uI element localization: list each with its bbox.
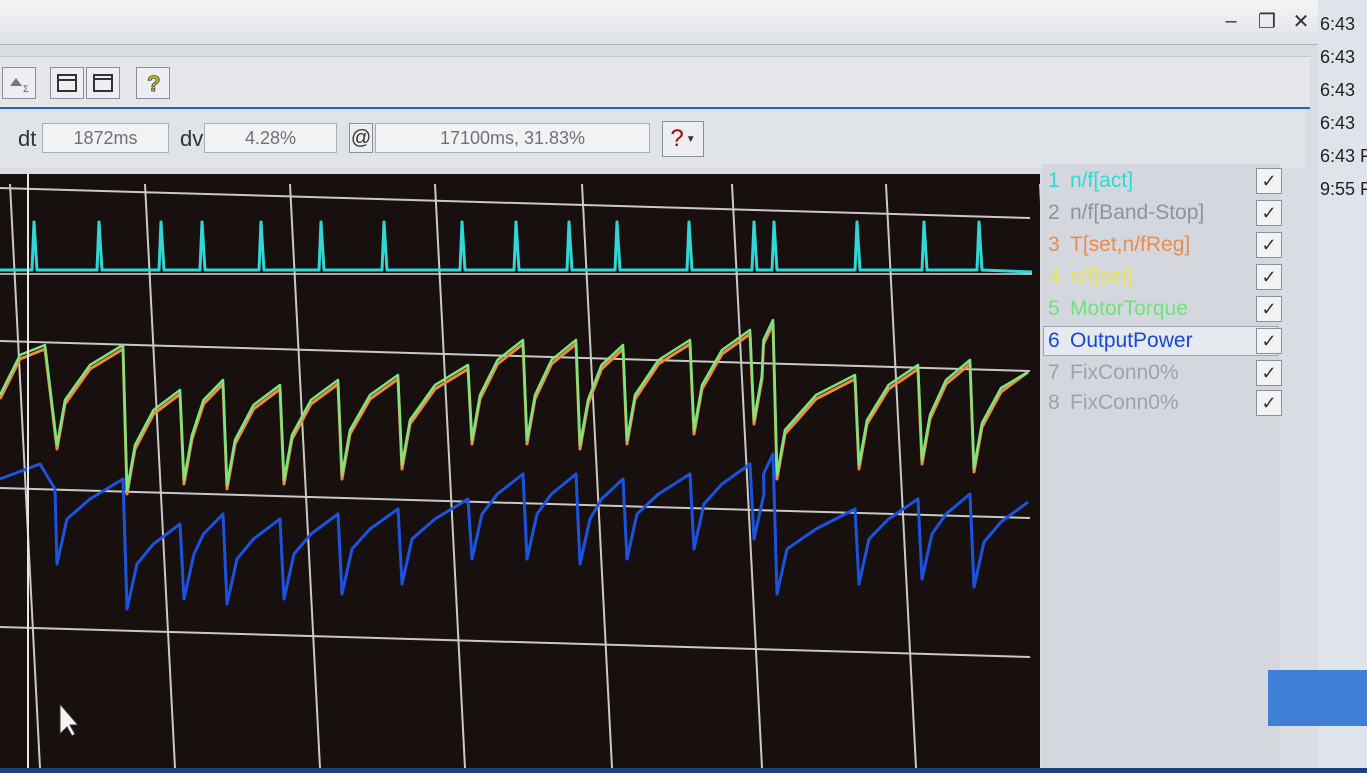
grid-line-vertical xyxy=(885,183,917,769)
minimize-button[interactable]: – xyxy=(1218,8,1244,34)
plot-traces xyxy=(0,220,1033,611)
mouse-pointer-icon xyxy=(59,702,80,737)
grid-line-vertical xyxy=(434,183,466,769)
grid-line-vertical xyxy=(144,183,176,769)
sort-icon[interactable]: Σ xyxy=(2,67,36,99)
legend-item-number: 2 xyxy=(1048,201,1060,224)
grid-line-vertical xyxy=(9,183,41,769)
trace-output-power xyxy=(0,452,1029,611)
legend-item-number: 1 xyxy=(1048,169,1060,192)
legend-item-label: MotorTorque xyxy=(1070,297,1188,320)
legend-item-checkbox[interactable]: ✓ xyxy=(1256,168,1282,194)
background-window-edge xyxy=(1268,670,1367,726)
legend-item-3[interactable]: 3 T[set,n/fReg] xyxy=(1048,232,1244,258)
trace-speed-actual xyxy=(0,220,1033,274)
legend-item-number: 7 xyxy=(1048,361,1060,384)
grid-line-vertical xyxy=(289,183,321,769)
legend-item-label: n/f[act] xyxy=(1070,169,1134,192)
legend-item-label: T[set,n/fReg] xyxy=(1070,233,1191,256)
legend-item-checkbox[interactable]: ✓ xyxy=(1256,360,1282,386)
restore-button[interactable]: ❐ xyxy=(1254,8,1280,34)
legend-item-number: 3 xyxy=(1048,233,1060,256)
dt-field[interactable]: 1872ms xyxy=(42,123,169,153)
dt-label: dt xyxy=(18,126,37,151)
legend-item-number: 5 xyxy=(1048,297,1060,320)
legend-item-checkbox[interactable]: ✓ xyxy=(1256,200,1282,226)
close-button[interactable]: ✕ xyxy=(1288,8,1314,34)
help-dropdown-button[interactable]: ? ▼ xyxy=(662,121,704,157)
position-field[interactable]: 17100ms, 31.83% xyxy=(375,123,650,153)
taskbar-time: 6:43 xyxy=(1320,113,1356,133)
grid-line-horizontal xyxy=(0,487,1031,519)
svg-text:Σ: Σ xyxy=(23,84,29,94)
legend-item-8[interactable]: 8 FixConn0% xyxy=(1048,390,1244,416)
legend-item-label: n/f[set] xyxy=(1070,265,1134,288)
legend-item-7[interactable]: 7 FixConn0% xyxy=(1048,360,1244,386)
dv-field[interactable]: 4.28% xyxy=(204,123,337,153)
taskbar-time: 9:55 F xyxy=(1320,179,1367,199)
legend-item-label: OutputPower xyxy=(1070,329,1193,352)
at-label: @ xyxy=(349,123,373,153)
legend-item-label: FixConn0% xyxy=(1070,391,1179,414)
legend-item-label: FixConn0% xyxy=(1070,361,1179,384)
legend-item-number: 4 xyxy=(1048,265,1060,288)
legend-item-1[interactable]: 1 n/f[act] xyxy=(1048,168,1244,194)
grid-line-vertical xyxy=(581,183,613,769)
window-tile-icon[interactable] xyxy=(86,67,120,99)
legend-item-label: n/f[Band-Stop] xyxy=(1070,201,1205,224)
grid-line-horizontal xyxy=(0,187,1031,219)
legend-item-5[interactable]: 5 MotorTorque xyxy=(1048,296,1244,322)
taskbar-time: 6:43 xyxy=(1320,80,1356,100)
legend-item-4[interactable]: 4 n/f[set] xyxy=(1048,264,1244,290)
window-layout-icon[interactable] xyxy=(50,67,84,99)
grid-line-horizontal xyxy=(0,626,1031,658)
taskbar-time: 6:43 F xyxy=(1320,146,1367,166)
legend-item-number: 8 xyxy=(1048,391,1060,414)
oscilloscope-plot[interactable] xyxy=(0,174,1071,773)
question-icon: ? xyxy=(670,125,684,152)
legend-item-checkbox[interactable]: ✓ xyxy=(1256,264,1282,290)
plot-canvas[interactable] xyxy=(0,174,1071,773)
toolbar-main: Σ ? xyxy=(0,56,1310,109)
legend-item-checkbox[interactable]: ✓ xyxy=(1256,296,1282,322)
title-bar: – ❐ ✕ xyxy=(0,0,1318,45)
help-icon[interactable]: ? xyxy=(136,67,170,99)
svg-text:?: ? xyxy=(147,71,160,95)
legend-item-2[interactable]: 2 n/f[Band-Stop] xyxy=(1048,200,1244,226)
taskbar-time: 6:43 xyxy=(1320,47,1356,67)
legend-item-checkbox[interactable]: ✓ xyxy=(1256,390,1282,416)
oscilloscope-window: – ❐ ✕ Σ ? dt 1872ms dv 4.28% @ 17100ms, … xyxy=(0,0,1318,773)
legend-item-checkbox[interactable]: ✓ xyxy=(1256,232,1282,258)
legend-item-6[interactable]: 6 OutputPower xyxy=(1048,328,1244,354)
taskbar-time: 6:43 xyxy=(1320,14,1356,34)
chevron-down-icon: ▼ xyxy=(685,133,696,145)
dv-label: dv xyxy=(180,126,204,151)
legend-item-checkbox[interactable]: ✓ xyxy=(1256,328,1282,354)
grid-line-vertical xyxy=(731,183,763,769)
legend-item-number: 6 xyxy=(1048,329,1060,352)
